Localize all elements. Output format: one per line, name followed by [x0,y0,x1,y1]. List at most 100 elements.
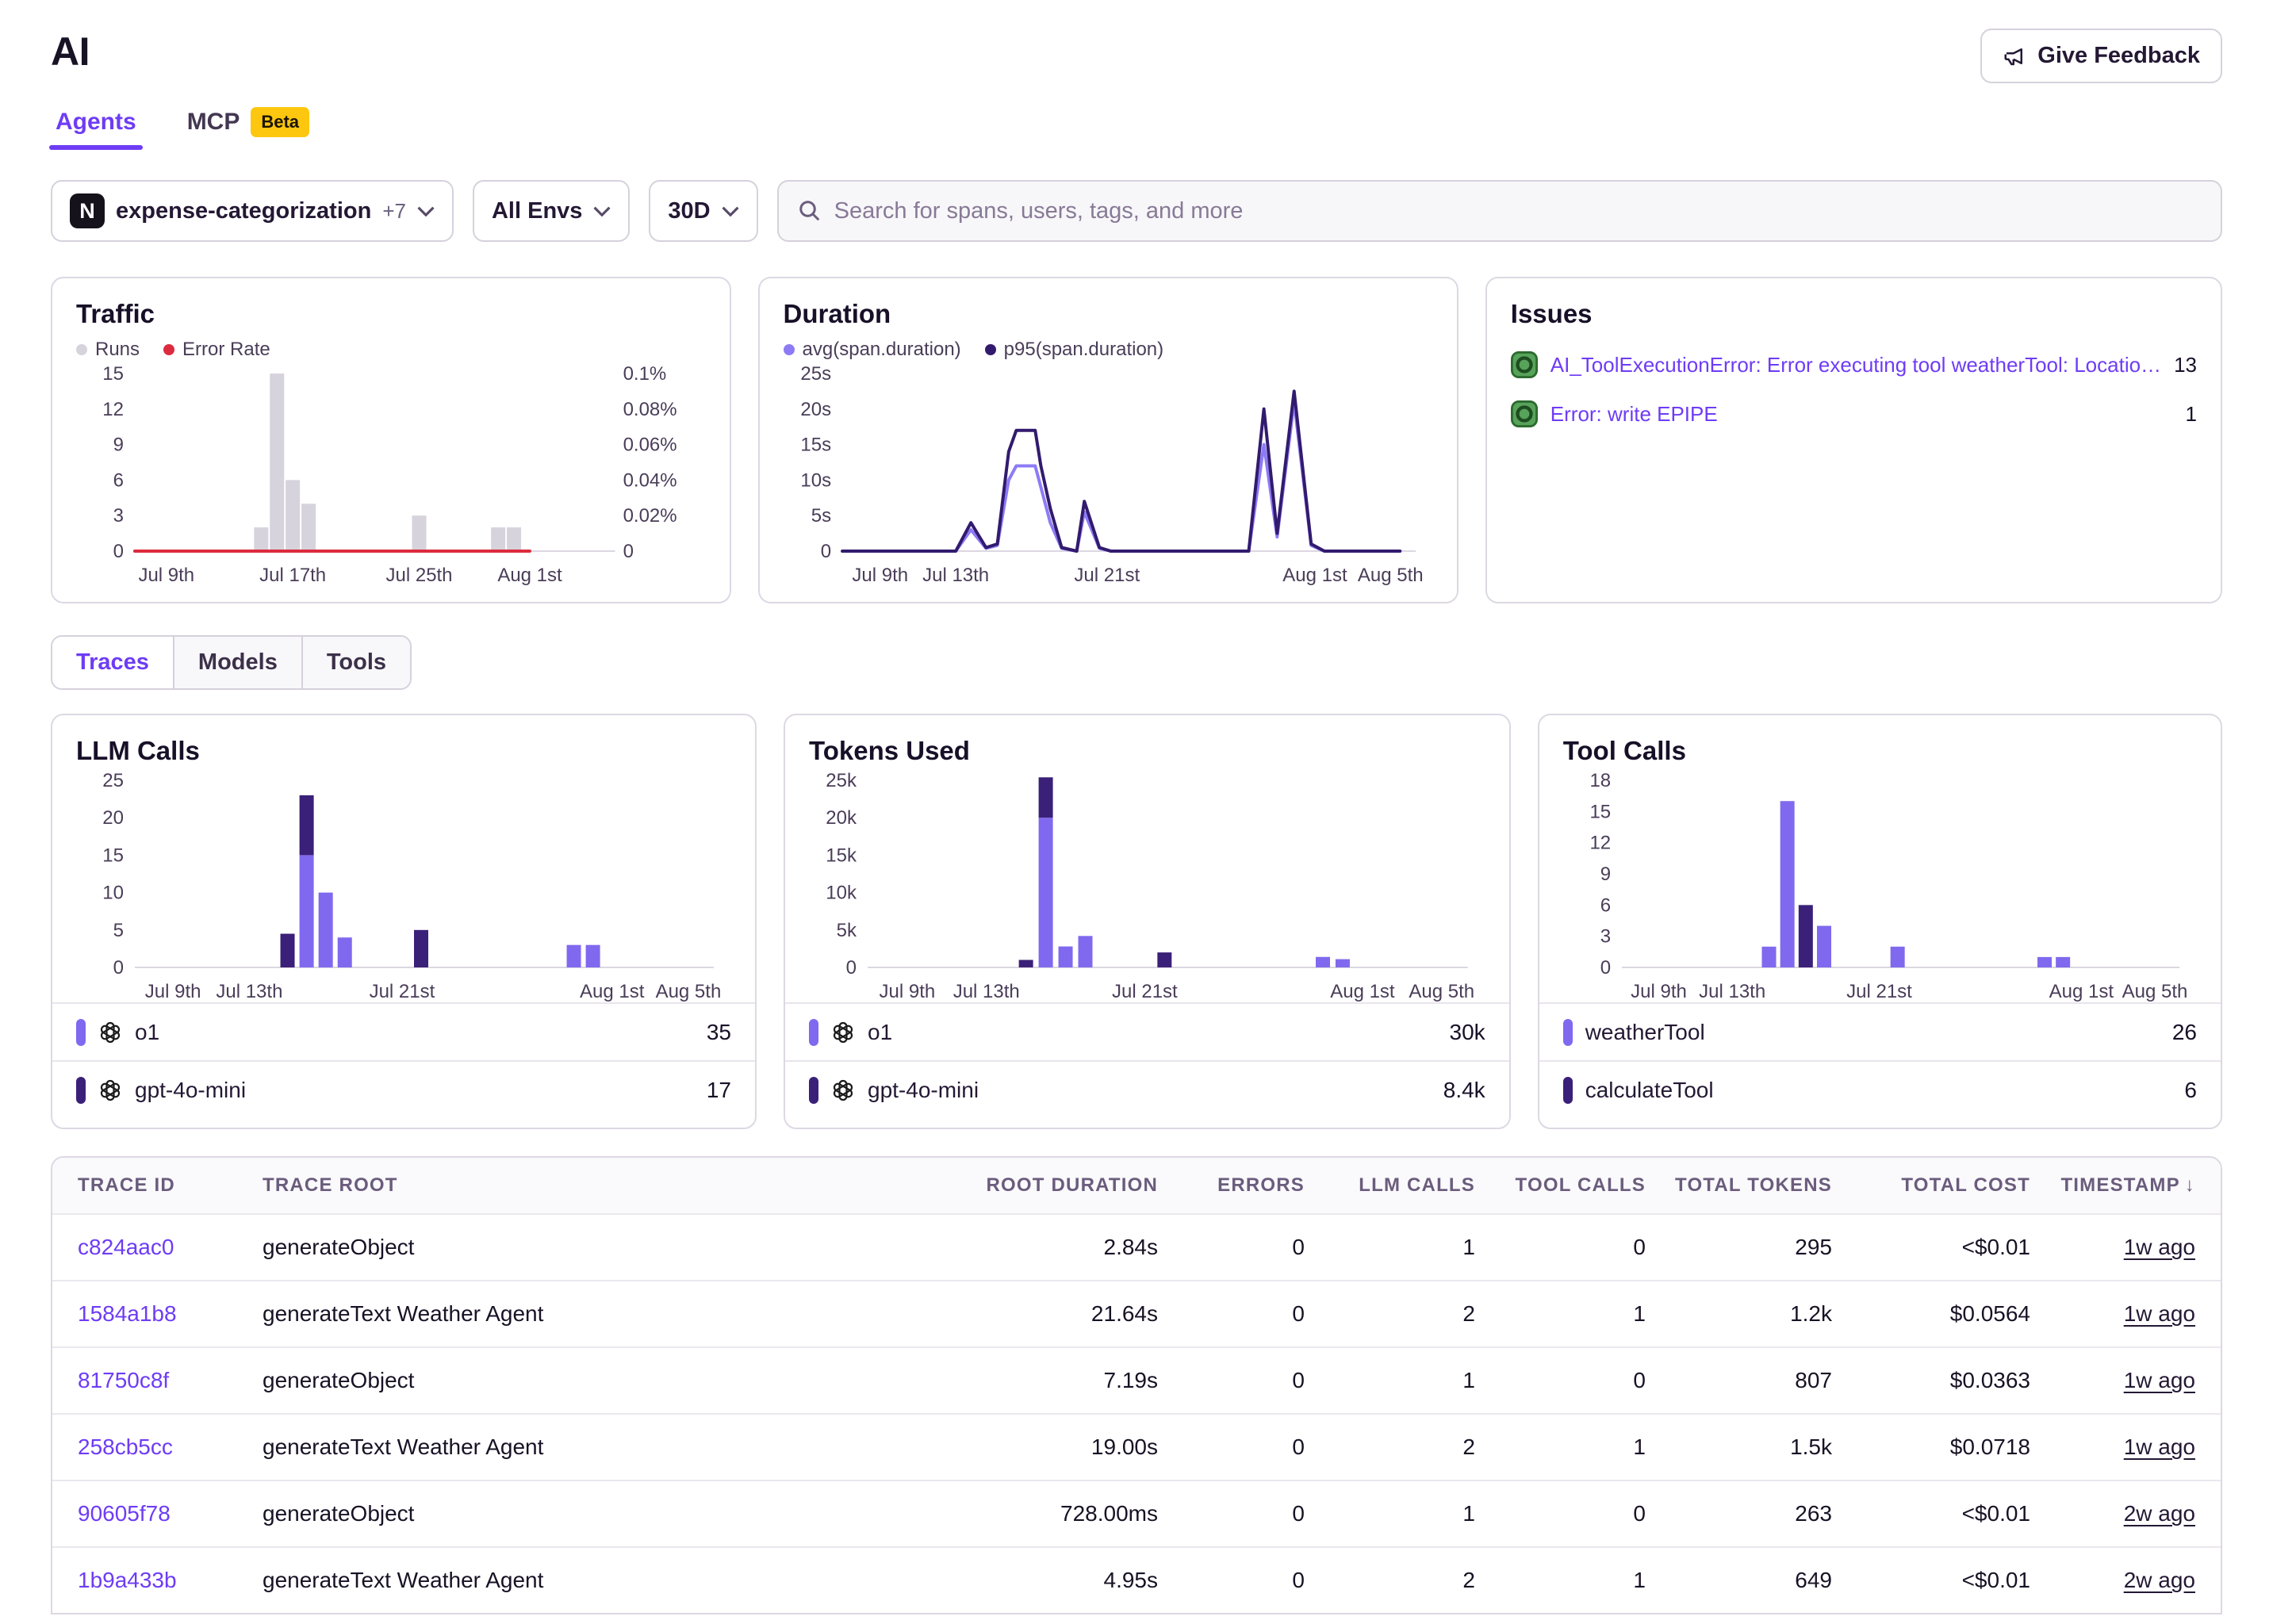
runs-legend-label: Runs [95,339,140,361]
trace-id-link[interactable]: 1584a1b8 [78,1301,177,1326]
overview-cards: Traffic Runs Error Rate 0369121500.02%0.… [51,277,2222,603]
model-name: gpt-4o-mini [135,1078,246,1103]
tab-mcp[interactable]: MCP Beta [187,107,309,151]
series-color-chip [1563,1019,1573,1046]
timestamp: 2w ago [2124,1568,2195,1592]
trace-id-link[interactable]: 90605f78 [78,1501,171,1526]
svg-text:Jul 9th: Jul 9th [138,565,194,586]
svg-text:25: 25 [102,771,124,791]
svg-text:0.1%: 0.1% [623,364,667,385]
llm-calls: 1 [1313,1501,1483,1526]
total-tokens: 295 [1654,1235,1840,1260]
llm-calls: 2 [1313,1568,1483,1593]
errors: 0 [1166,1568,1313,1593]
svg-text:10k: 10k [826,883,857,904]
sort-desc-icon: ↓ [2185,1174,2195,1196]
issue-count: 13 [2174,353,2197,377]
errors: 0 [1166,1301,1313,1327]
issue-link[interactable]: Error: write EPIPE [1550,402,2173,427]
svg-text:15: 15 [1589,801,1611,822]
svg-text:Aug 1st: Aug 1st [1282,565,1347,586]
openai-icon [831,1021,855,1044]
root-duration: 19.00s [952,1434,1166,1460]
trace-id-link[interactable]: c824aac0 [78,1235,174,1259]
ai-dashboard-page: AI Give Feedback Agents MCP Beta N expen… [0,0,2273,1614]
series-color-chip [809,1019,818,1046]
svg-text:9: 9 [113,435,124,456]
date-range-selector[interactable]: 30D [649,180,757,242]
svg-text:0.06%: 0.06% [623,435,677,456]
chevron-down-icon [722,206,739,216]
col-timestamp-label: TIMESTAMP [2060,1174,2179,1196]
total-cost: <$0.01 [1840,1568,2038,1593]
trace-id-link[interactable]: 1b9a433b [78,1568,177,1592]
subtab-tools[interactable]: Tools [303,637,410,688]
col-total-tokens: TOTAL TOKENS [1654,1174,1840,1197]
total-cost: $0.0718 [1840,1434,2038,1460]
tool-legend-row: weatherTool 26 [1539,1002,2221,1060]
issue-row[interactable]: AI_ToolExecutionError: Error executing t… [1511,351,2197,378]
errors: 0 [1166,1368,1313,1393]
svg-text:Jul 9th: Jul 9th [1631,981,1687,1002]
issues-title: Issues [1511,299,2197,329]
metric-cards: LLM Calls 0510152025Jul 9thJul 13thJul 2… [51,714,2222,1129]
svg-text:Jul 21st: Jul 21st [1846,981,1912,1002]
model-value: 17 [707,1078,731,1103]
give-feedback-button[interactable]: Give Feedback [1980,29,2222,83]
issue-count: 1 [2186,402,2197,427]
svg-text:Jul 9th: Jul 9th [852,565,908,586]
tool-name: weatherTool [1585,1020,1705,1045]
subtab-models[interactable]: Models [174,637,303,688]
col-tool-calls: TOOL CALLS [1483,1174,1654,1197]
svg-text:Aug 1st: Aug 1st [2049,981,2114,1002]
svg-text:5: 5 [113,920,124,941]
series-color-chip [76,1077,86,1104]
tool-calls-title: Tool Calls [1563,736,2197,766]
col-timestamp-sort[interactable]: TIMESTAMP ↓ [2038,1174,2221,1197]
project-selector-label: expense-categorization [116,198,371,224]
model-legend-row: o1 35 [52,1002,755,1060]
table-row: 258cb5cc generateText Weather Agent 19.0… [52,1413,2221,1480]
trace-root: generateObject [255,1235,952,1260]
svg-text:Jul 13th: Jul 13th [1699,981,1765,1002]
svg-text:Jul 17th: Jul 17th [259,565,326,586]
subtab-traces[interactable]: Traces [52,637,174,688]
svg-text:0: 0 [113,957,124,979]
tool-calls: 1 [1483,1568,1654,1593]
svg-text:6: 6 [1600,894,1610,916]
tool-calls: 1 [1483,1301,1654,1327]
tool-value: 6 [2184,1078,2197,1103]
table-row: 1b9a433b generateText Weather Agent 4.95… [52,1546,2221,1613]
total-cost: $0.0564 [1840,1301,2038,1327]
total-tokens: 1.5k [1654,1434,1840,1460]
tool-value: 26 [2172,1020,2197,1045]
svg-text:0.04%: 0.04% [623,469,677,491]
search-input[interactable] [834,198,2202,224]
tool-calls: 0 [1483,1501,1654,1526]
svg-text:Aug 5th: Aug 5th [1357,565,1423,586]
project-selector[interactable]: N expense-categorization +7 [51,180,454,242]
llm-calls-chart: 0510152025Jul 9thJul 13thJul 21stAug 1st… [76,771,731,1002]
trace-id-link[interactable]: 258cb5cc [78,1434,173,1459]
llm-calls-card: LLM Calls 0510152025Jul 9thJul 13thJul 2… [51,714,757,1129]
svg-text:15k: 15k [826,845,857,866]
openai-icon [831,1078,855,1102]
timestamp: 1w ago [2124,1434,2195,1459]
model-value: 30k [1450,1020,1485,1045]
tab-agents[interactable]: Agents [56,109,136,150]
svg-text:15s: 15s [800,435,831,456]
traces-table: TRACE ID TRACE ROOT ROOT DURATION ERRORS… [51,1156,2222,1614]
error-rate-legend-label: Error Rate [182,339,270,361]
svg-text:20: 20 [102,807,124,829]
trace-root: generateText Weather Agent [255,1434,952,1460]
table-row: c824aac0 generateObject 2.84s 0 1 0 295 … [52,1213,2221,1280]
environment-selector[interactable]: All Envs [473,180,630,242]
issue-link[interactable]: AI_ToolExecutionError: Error executing t… [1550,353,2161,377]
total-tokens: 807 [1654,1368,1840,1393]
avg-duration-legend-label: avg(span.duration) [803,339,961,361]
issue-row[interactable]: Error: write EPIPE 1 [1511,400,2197,427]
series-color-chip [809,1077,818,1104]
svg-text:Jul 21st: Jul 21st [1074,565,1140,586]
chevron-down-icon [593,206,611,216]
trace-id-link[interactable]: 81750c8f [78,1368,169,1392]
